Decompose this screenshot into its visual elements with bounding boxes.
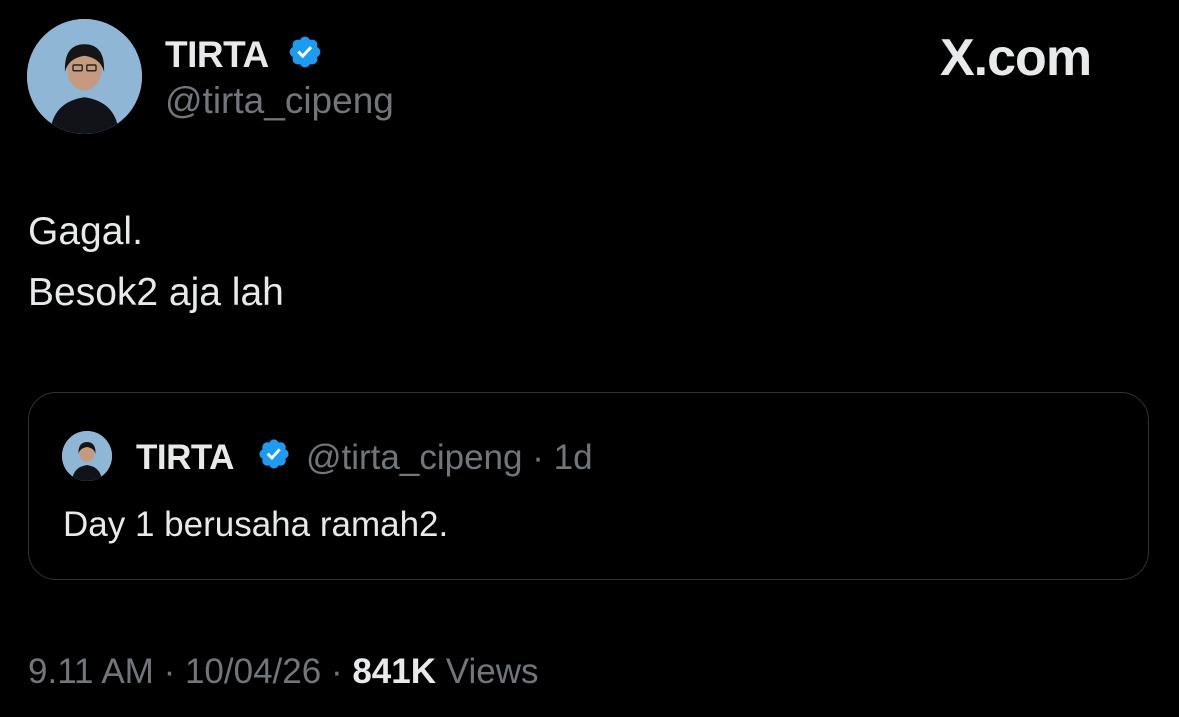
- quoted-author-display-name[interactable]: TIRTA: [136, 438, 234, 478]
- tweet-time[interactable]: 9.11 AM: [28, 652, 154, 691]
- views-count[interactable]: 841K: [352, 652, 436, 691]
- tweet-text-line: Gagal.: [28, 210, 143, 253]
- meta-separator: ·: [532, 438, 544, 477]
- tweet-date[interactable]: 10/04/26: [185, 652, 321, 691]
- tweet-text-line: Besok2 aja lah: [28, 271, 284, 314]
- verified-badge-icon: [289, 36, 321, 68]
- quoted-avatar-photo: [62, 431, 112, 481]
- tweet-footer: 9.11 AM · 10/04/26 · 841K Views: [28, 652, 538, 692]
- meta-separator: ·: [330, 652, 343, 691]
- meta-separator: ·: [163, 652, 176, 691]
- views-label: Views: [445, 652, 539, 691]
- avatar[interactable]: [27, 19, 142, 134]
- author-handle[interactable]: @tirta_cipeng: [165, 80, 394, 122]
- quoted-tweet-card[interactable]: TIRTA @tirta_cipeng · 1d Day 1 berusaha …: [28, 392, 1149, 580]
- avatar-photo: [27, 19, 142, 134]
- quoted-tweet-age[interactable]: 1d: [554, 438, 593, 477]
- quoted-tweet-meta: @tirta_cipeng · 1d: [306, 438, 593, 478]
- quoted-tweet-text: Day 1 berusaha ramah2.: [63, 505, 449, 544]
- x-logo: X.com: [940, 29, 1092, 87]
- quoted-author-handle[interactable]: @tirta_cipeng: [306, 438, 522, 477]
- verified-badge-icon: [259, 439, 289, 469]
- quoted-avatar[interactable]: [62, 431, 112, 481]
- author-display-name[interactable]: TIRTA: [165, 34, 269, 76]
